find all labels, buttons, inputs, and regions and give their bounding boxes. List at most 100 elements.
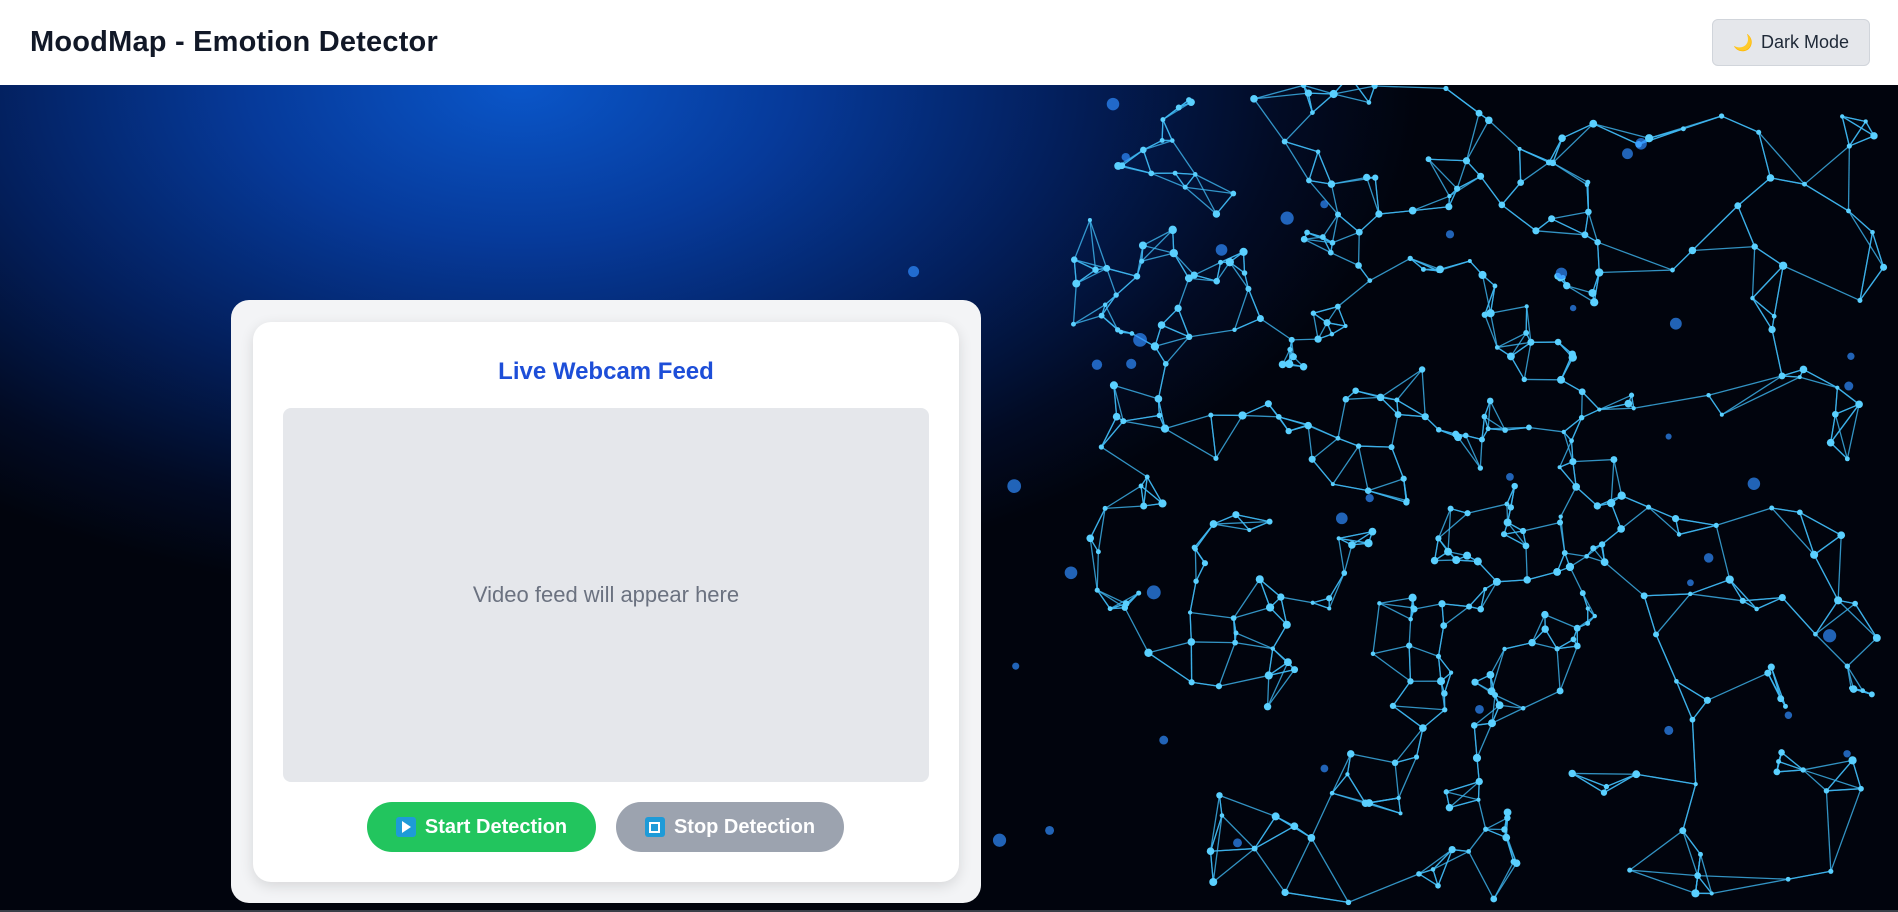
network-node bbox=[1347, 750, 1355, 758]
network-node bbox=[1558, 134, 1566, 142]
network-node bbox=[1756, 129, 1762, 135]
network-edge bbox=[1682, 830, 1699, 876]
network-node bbox=[1394, 411, 1402, 419]
network-edge bbox=[1260, 318, 1293, 341]
network-edge bbox=[1564, 552, 1587, 557]
network-edge bbox=[1477, 799, 1487, 830]
network-edge bbox=[1073, 219, 1091, 260]
network-node bbox=[1813, 631, 1818, 637]
network-node bbox=[1703, 696, 1711, 704]
network-node bbox=[1391, 759, 1399, 767]
network-edge bbox=[1851, 760, 1862, 789]
network-node bbox=[1136, 590, 1142, 596]
network-edge bbox=[1473, 725, 1478, 759]
network-edge bbox=[1814, 600, 1839, 635]
network-node bbox=[1826, 438, 1835, 447]
network-edge bbox=[1859, 232, 1874, 301]
stop-detection-button[interactable]: Stop Detection bbox=[616, 802, 844, 852]
network-edge bbox=[1408, 645, 1412, 682]
network-edge bbox=[1846, 637, 1878, 667]
network-node bbox=[1232, 511, 1240, 519]
network-edge bbox=[1721, 115, 1759, 133]
start-detection-button[interactable]: Start Detection bbox=[367, 802, 596, 852]
network-edge bbox=[1189, 611, 1234, 619]
network-node bbox=[1219, 813, 1225, 818]
network-edge bbox=[1374, 85, 1446, 90]
network-edge bbox=[1310, 837, 1349, 903]
network-edge bbox=[1284, 112, 1313, 142]
network-edge bbox=[1157, 363, 1167, 399]
network-node bbox=[1483, 826, 1489, 832]
network-node bbox=[1372, 174, 1379, 181]
network-node bbox=[1672, 514, 1680, 523]
network-edge bbox=[1331, 176, 1367, 185]
network-edge bbox=[1330, 252, 1359, 267]
network-edge bbox=[1311, 437, 1339, 460]
dark-mode-button[interactable]: 🌙 Dark Mode bbox=[1712, 19, 1870, 66]
network-node bbox=[1589, 119, 1598, 128]
network-edge bbox=[1620, 506, 1649, 530]
network-node bbox=[1361, 799, 1370, 807]
network-node bbox=[1209, 520, 1218, 528]
network-node bbox=[1323, 319, 1331, 327]
network-node bbox=[1870, 132, 1878, 140]
network-edge bbox=[1312, 602, 1330, 610]
network-node bbox=[1778, 749, 1785, 756]
network-edge bbox=[1337, 437, 1359, 447]
network-node bbox=[1375, 210, 1383, 218]
network-node bbox=[1464, 510, 1471, 517]
glow-particle bbox=[1126, 358, 1137, 369]
network-node bbox=[1148, 170, 1155, 177]
network-node bbox=[1419, 724, 1427, 732]
network-node bbox=[1698, 851, 1703, 857]
network-node bbox=[1800, 767, 1806, 773]
network-node bbox=[1304, 229, 1310, 236]
network-edge bbox=[1428, 158, 1467, 162]
glow-particle bbox=[1506, 473, 1514, 481]
network-node bbox=[1281, 138, 1288, 145]
network-edge bbox=[1233, 288, 1250, 331]
network-node bbox=[1154, 395, 1163, 403]
network-node bbox=[1364, 539, 1373, 548]
network-edge bbox=[1834, 387, 1839, 415]
network-node bbox=[1416, 871, 1422, 877]
network-node bbox=[1245, 285, 1252, 292]
network-node bbox=[1486, 397, 1494, 405]
network-node bbox=[1400, 475, 1407, 482]
network-node bbox=[1304, 421, 1312, 430]
network-node bbox=[1371, 85, 1378, 90]
network-node bbox=[1208, 412, 1214, 418]
network-edge bbox=[1394, 762, 1400, 799]
network-node bbox=[1087, 218, 1092, 223]
network-node bbox=[1238, 411, 1247, 420]
network-edge bbox=[1610, 459, 1615, 504]
network-node bbox=[1870, 229, 1875, 235]
network-edge bbox=[1847, 210, 1885, 268]
network-edge bbox=[1113, 384, 1159, 400]
glow-particle bbox=[1045, 825, 1055, 835]
network-node bbox=[1213, 455, 1219, 461]
network-node bbox=[1187, 610, 1193, 615]
network-edge bbox=[1636, 773, 1696, 785]
network-edge bbox=[1813, 534, 1842, 556]
network-edge bbox=[1072, 283, 1077, 325]
network-node bbox=[1688, 246, 1697, 255]
network-node bbox=[1796, 509, 1803, 516]
network-edge bbox=[1830, 788, 1862, 872]
network-node bbox=[1447, 194, 1452, 199]
network-node bbox=[1435, 653, 1442, 659]
network-edge bbox=[1802, 769, 1862, 790]
network-node bbox=[1310, 310, 1317, 316]
glow-particle bbox=[1106, 97, 1120, 111]
network-node bbox=[1627, 867, 1633, 873]
network-node bbox=[1522, 542, 1530, 550]
network-node bbox=[1310, 600, 1315, 605]
network-edge bbox=[1551, 211, 1589, 220]
glow-particle bbox=[1664, 725, 1674, 735]
network-edge bbox=[1392, 705, 1445, 711]
network-node bbox=[1846, 208, 1851, 214]
network-node bbox=[1475, 777, 1483, 786]
network-edge bbox=[1496, 579, 1528, 583]
network-edge bbox=[1331, 325, 1346, 335]
network-node bbox=[1467, 259, 1472, 264]
